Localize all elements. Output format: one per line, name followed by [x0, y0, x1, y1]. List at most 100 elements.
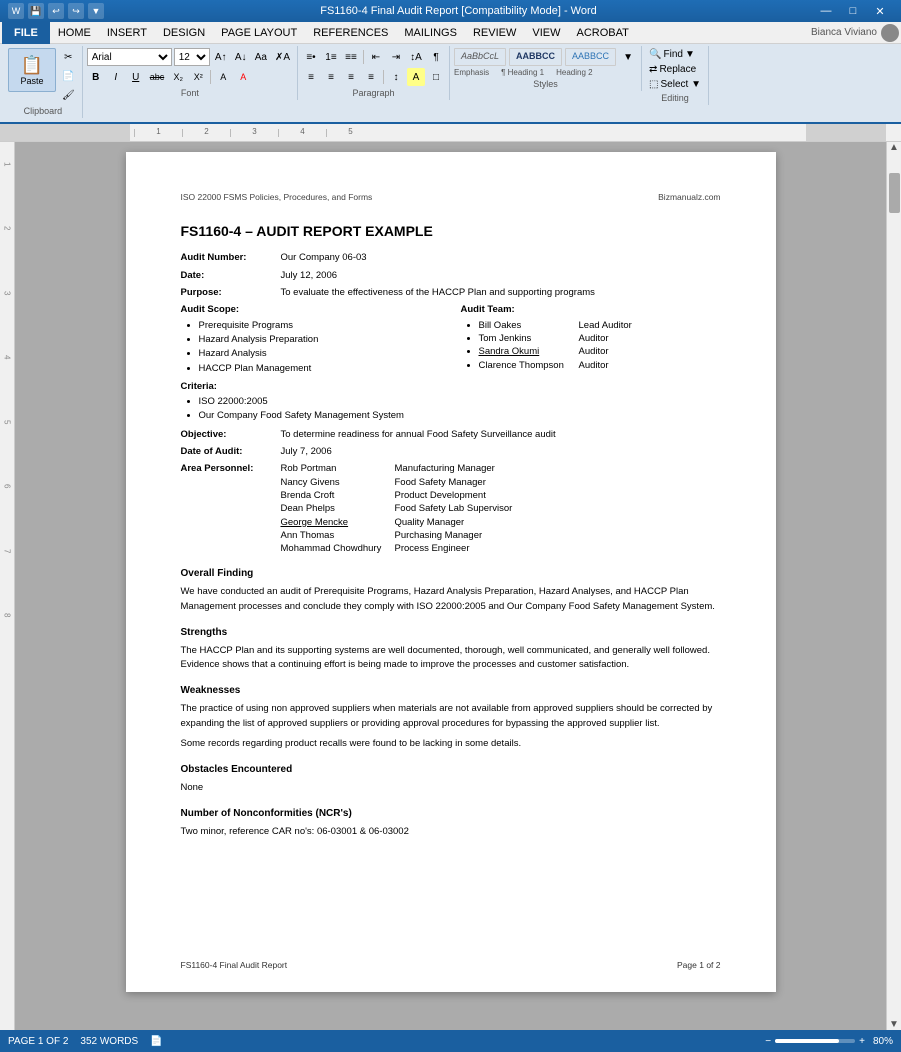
team-member-2: Tom JenkinsAuditor	[479, 332, 721, 345]
paste-button[interactable]: 📋 Paste	[8, 48, 56, 92]
more-styles-button[interactable]: ▼	[619, 48, 637, 66]
page-header: ISO 22000 FSMS Policies, Procedures, and…	[181, 192, 721, 204]
justify-button[interactable]: ≡	[362, 68, 380, 86]
customize-icon[interactable]: ▼	[88, 3, 104, 19]
undo-icon[interactable]: ↩	[48, 3, 64, 19]
bold-button[interactable]: B	[87, 68, 105, 86]
user-avatar	[881, 24, 899, 42]
document-page[interactable]: ISO 22000 FSMS Policies, Procedures, and…	[126, 152, 776, 992]
page-count: PAGE 1 OF 2	[8, 1036, 68, 1047]
increase-indent-button[interactable]: ⇥	[387, 48, 405, 66]
show-marks-button[interactable]: ¶	[427, 48, 445, 66]
ruler-mark-4: 4	[278, 129, 326, 137]
menu-file[interactable]: FILE	[2, 22, 50, 44]
sort-button[interactable]: ↕A	[407, 48, 425, 66]
format-painter-button[interactable]: 🖌	[59, 86, 78, 104]
replace-button[interactable]: ⇄Replace	[646, 63, 704, 76]
personnel-row-4: Dean Phelps Food Safety Lab Supervisor	[281, 502, 513, 515]
zoom-bar: − +	[765, 1036, 865, 1047]
criteria-item-2: Our Company Food Safety Management Syste…	[199, 409, 721, 422]
select-button[interactable]: ⬚Select ▼	[646, 78, 704, 91]
area-personnel-section: Area Personnel: Rob Portman Manufacturin…	[181, 462, 721, 555]
scope-item-1: Prerequisite Programs	[199, 319, 441, 332]
shrink-font-button[interactable]: A↓	[232, 48, 250, 66]
weaknesses-text1: The practice of using non approved suppl…	[181, 702, 721, 731]
strengths-heading: Strengths	[181, 626, 721, 640]
font-color-button[interactable]: A	[234, 68, 252, 86]
save-icon[interactable]: 💾	[28, 3, 44, 19]
align-left-button[interactable]: ≡	[302, 68, 320, 86]
italic-button[interactable]: I	[107, 68, 125, 86]
align-center-button[interactable]: ≡	[322, 68, 340, 86]
strikethrough-button[interactable]: abc	[147, 68, 168, 86]
menu-view[interactable]: VIEW	[524, 22, 568, 44]
decrease-indent-button[interactable]: ⇤	[367, 48, 385, 66]
view-icon: 📄	[150, 1036, 162, 1047]
emphasis-label: Emphasis	[454, 68, 489, 77]
align-right-button[interactable]: ≡	[342, 68, 360, 86]
strengths-text: The HACCP Plan and its supporting system…	[181, 644, 721, 673]
maximize-button[interactable]: □	[840, 0, 866, 22]
bullets-button[interactable]: ≡•	[302, 48, 320, 66]
font-name-select[interactable]: Arial	[87, 48, 172, 66]
subscript-button[interactable]: X₂	[169, 68, 187, 86]
grow-font-button[interactable]: A↑	[212, 48, 230, 66]
superscript-button[interactable]: X²	[189, 68, 207, 86]
area-personnel-label: Area Personnel:	[181, 462, 281, 555]
date-label: Date:	[181, 269, 281, 282]
close-button[interactable]: ✕	[867, 0, 893, 22]
scope-item-2: Hazard Analysis Preparation	[199, 333, 441, 346]
menu-home[interactable]: HOME	[50, 22, 99, 44]
border-button[interactable]: □	[427, 68, 445, 86]
menu-insert[interactable]: INSERT	[99, 22, 155, 44]
date-row: Date: July 12, 2006	[181, 269, 721, 282]
header-right: Bizmanualz.com	[658, 192, 720, 204]
menu-review[interactable]: REVIEW	[465, 22, 524, 44]
text-highlight-button[interactable]: A	[214, 68, 232, 86]
scroll-down-button[interactable]: ▼	[889, 1019, 899, 1030]
menu-mailings[interactable]: MAILINGS	[396, 22, 465, 44]
underline-button[interactable]: U	[127, 68, 145, 86]
find-button[interactable]: 🔍Find▼	[646, 48, 704, 61]
scrollbar-right[interactable]: ▲ ▼	[886, 142, 901, 1030]
zoom-out-button[interactable]: −	[765, 1036, 771, 1047]
cut-button[interactable]: ✂	[59, 48, 78, 66]
style-h1[interactable]: AABBCC	[509, 48, 562, 66]
style-h2[interactable]: AABBCC	[565, 48, 616, 66]
weaknesses-heading: Weaknesses	[181, 684, 721, 698]
document-area: ISO 22000 FSMS Policies, Procedures, and…	[15, 142, 886, 1030]
zoom-in-button[interactable]: +	[859, 1036, 865, 1047]
personnel-row-2: Nancy Givens Food Safety Manager	[281, 476, 513, 489]
zoom-track	[775, 1039, 855, 1043]
editing-group: 🔍Find▼ ⇄Replace ⬚Select ▼ Editing	[642, 46, 709, 105]
minimize-button[interactable]: —	[813, 0, 839, 22]
scroll-up-button[interactable]: ▲	[889, 142, 899, 153]
line-spacing-button[interactable]: ↕	[387, 68, 405, 86]
date-of-audit-value: July 7, 2006	[281, 445, 332, 458]
team-member-1: Bill OakesLead Auditor	[479, 319, 721, 332]
style-emphasis[interactable]: AaBbCcL	[454, 48, 506, 66]
objective-value: To determine readiness for annual Food S…	[281, 428, 556, 441]
menu-page-layout[interactable]: PAGE LAYOUT	[213, 22, 305, 44]
ruler-margin-left	[0, 124, 130, 142]
window-controls: — □ ✕	[813, 0, 893, 22]
font-group: Arial 12 A↑ A↓ Aa ✗A B I U abc X₂ X²	[83, 46, 298, 100]
menu-design[interactable]: DESIGN	[155, 22, 213, 44]
area-personnel-list: Rob Portman Manufacturing Manager Nancy …	[281, 462, 513, 555]
menu-bar: FILE HOME INSERT DESIGN PAGE LAYOUT REFE…	[0, 22, 901, 44]
purpose-label: Purpose:	[181, 286, 281, 299]
copy-button[interactable]: 📄	[59, 67, 78, 85]
menu-references[interactable]: REFERENCES	[305, 22, 396, 44]
shading-button[interactable]: A	[407, 68, 425, 86]
menu-acrobat[interactable]: ACROBAT	[568, 22, 636, 44]
status-right: − + 80%	[765, 1036, 893, 1047]
scroll-thumb[interactable]	[889, 173, 900, 213]
change-case-button[interactable]: Aa	[252, 48, 270, 66]
redo-icon[interactable]: ↪	[68, 3, 84, 19]
clear-format-button[interactable]: ✗A	[272, 48, 293, 66]
multilevel-button[interactable]: ≡≡	[342, 48, 360, 66]
obstacles-text: None	[181, 781, 721, 795]
font-size-select[interactable]: 12	[174, 48, 210, 66]
document-title: FS1160-4 – AUDIT REPORT EXAMPLE	[181, 222, 721, 242]
numbering-button[interactable]: 1≡	[322, 48, 340, 66]
